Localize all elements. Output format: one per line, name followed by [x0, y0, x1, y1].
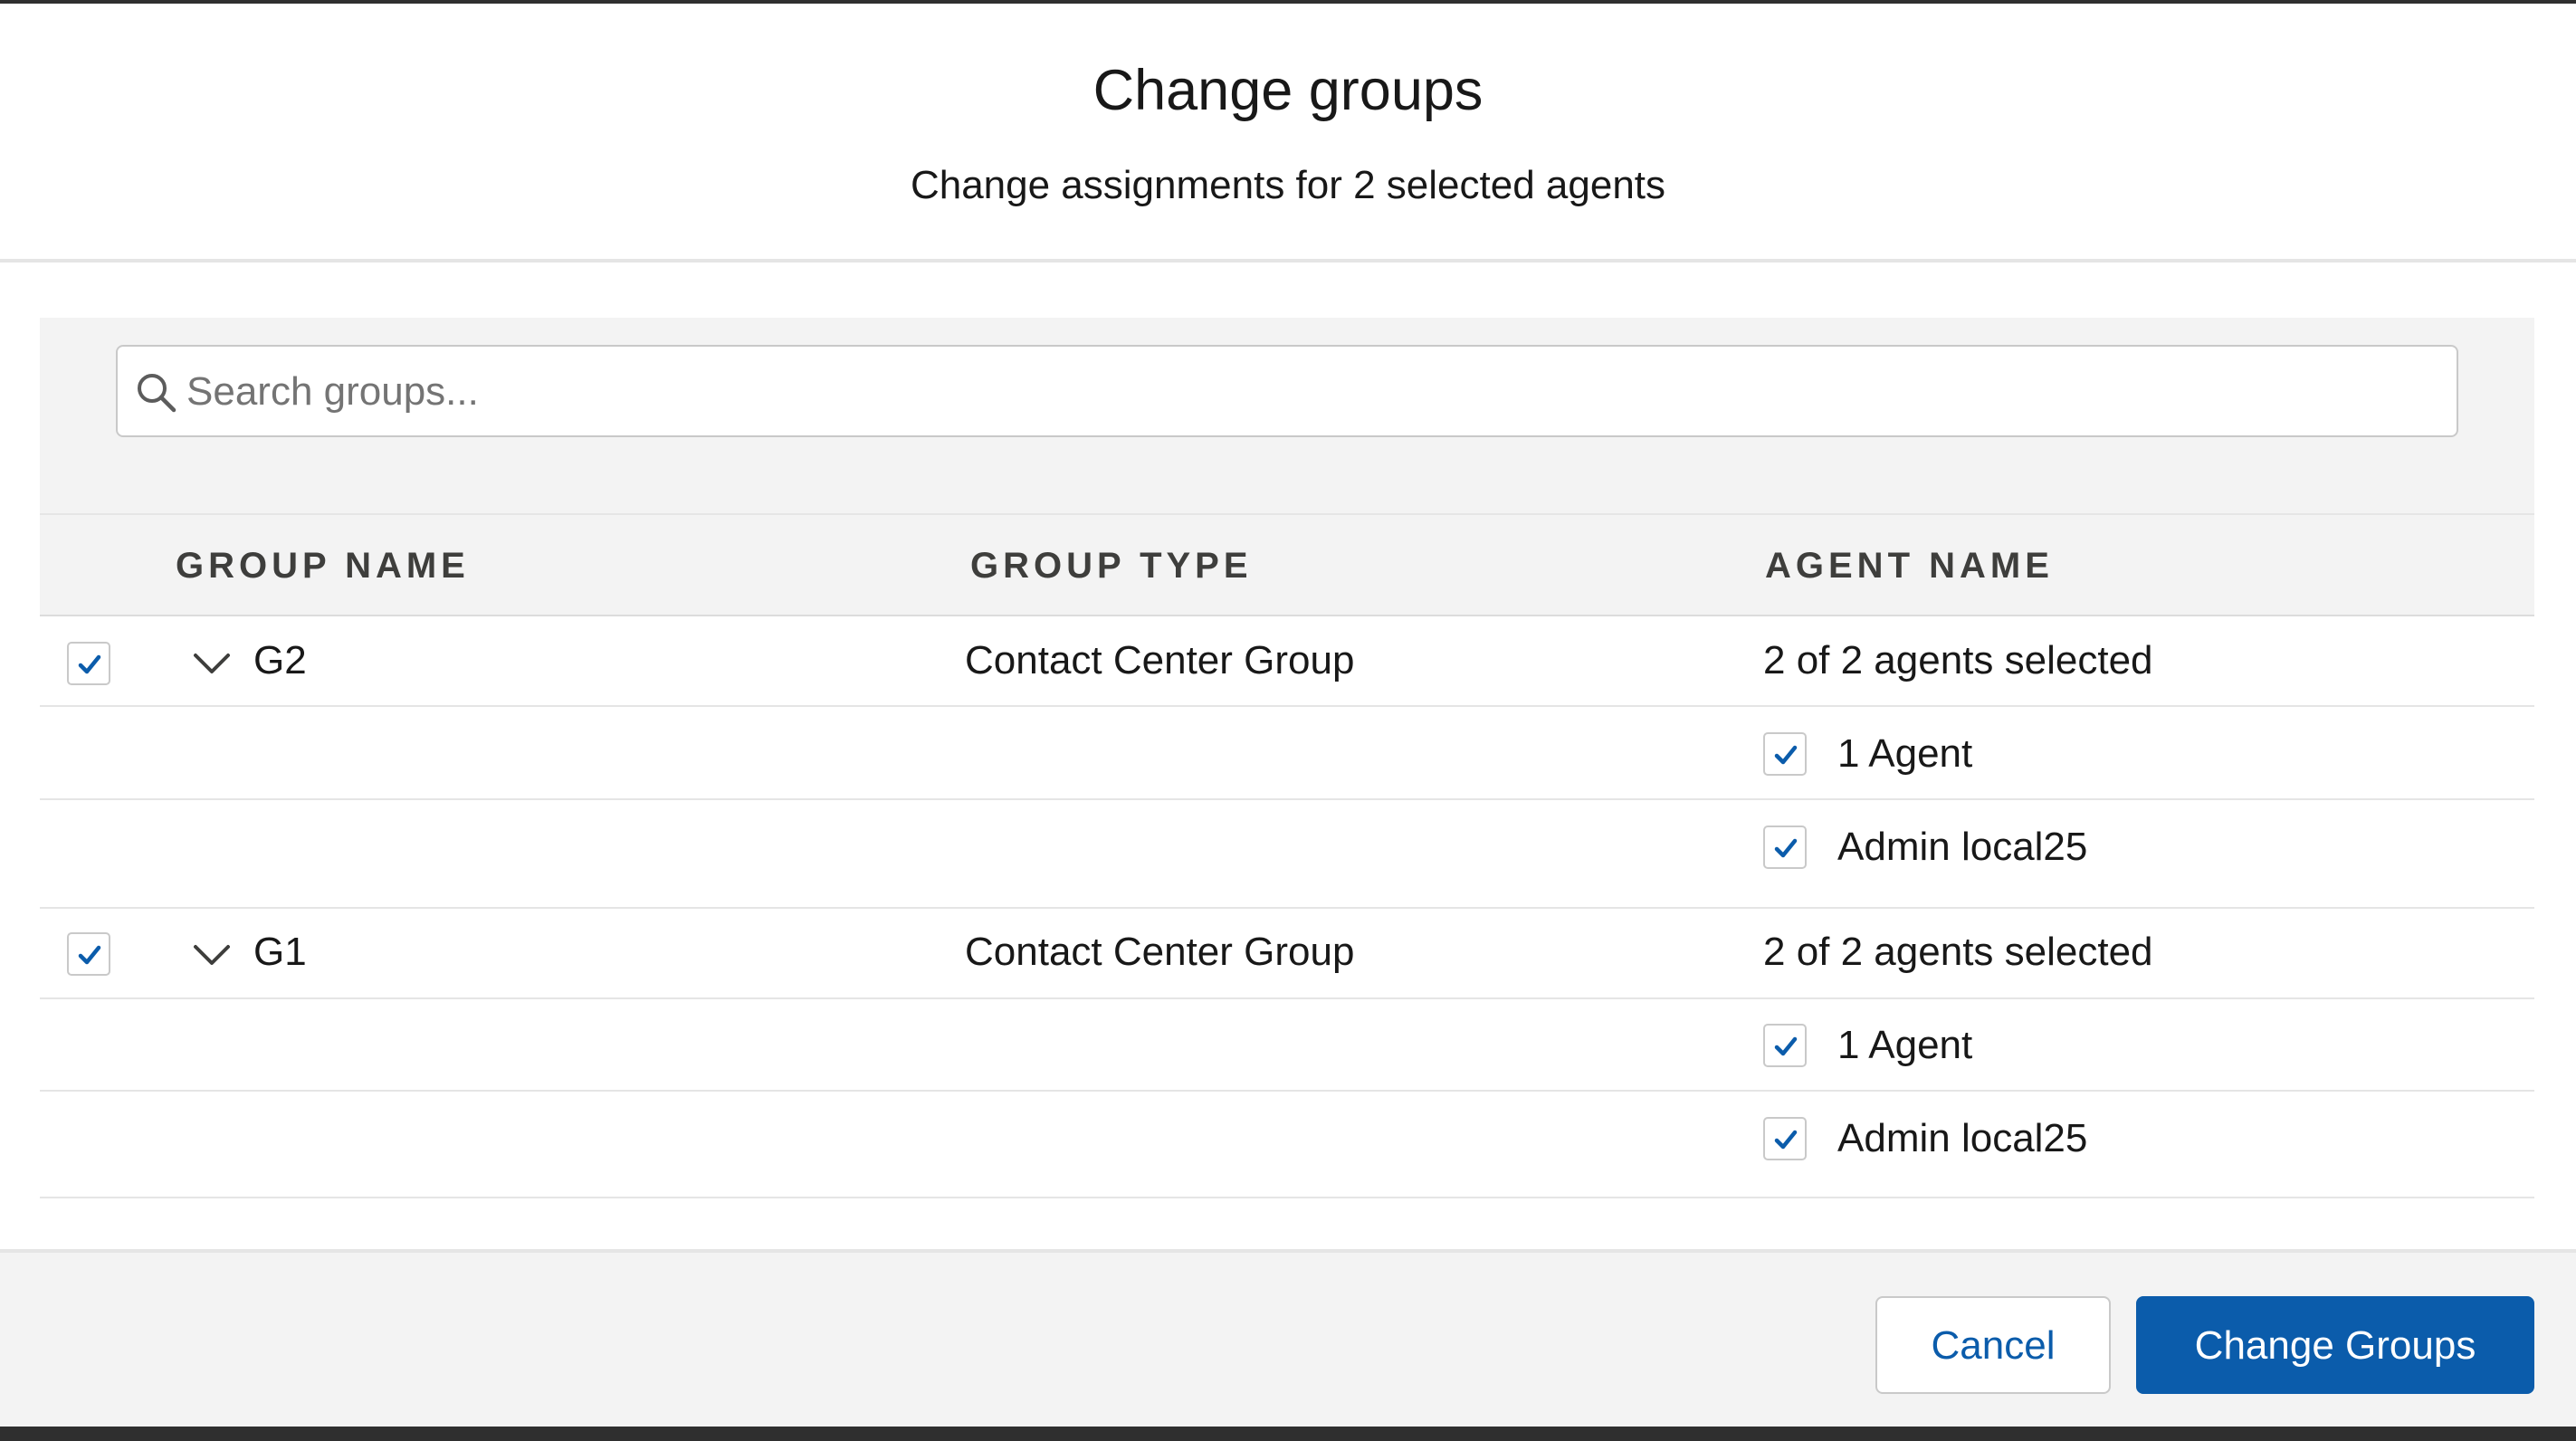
modal-footer: Cancel Change Groups — [0, 1249, 2576, 1427]
column-header-group-type: GROUP TYPE — [970, 546, 1253, 586]
modal-header: Change groups Change assignments for 2 s… — [0, 4, 2576, 262]
agent-name: 1 Agent — [1837, 731, 1973, 776]
checkmark-icon — [1774, 838, 1798, 858]
checkmark-icon — [78, 945, 101, 965]
column-header-agent-name: AGENT NAME — [1765, 546, 2054, 586]
agent-name: Admin local25 — [1837, 825, 2088, 869]
search-input[interactable] — [185, 347, 2433, 437]
cancel-button[interactable]: Cancel — [1875, 1296, 2111, 1394]
group-checkbox-g1[interactable] — [67, 932, 110, 976]
agent-checkbox[interactable] — [1763, 825, 1807, 869]
agent-row[interactable]: Admin local25 — [40, 800, 2534, 909]
checkmark-icon — [1774, 745, 1798, 765]
search-icon — [138, 374, 177, 413]
search-box[interactable] — [116, 345, 2458, 437]
agents-summary: 2 of 2 agents selected — [1763, 930, 2153, 974]
agent-row[interactable]: 1 Agent — [40, 999, 2534, 1092]
modal-subtitle: Change assignments for 2 selected agents — [910, 163, 1666, 207]
agent-name: 1 Agent — [1837, 1023, 1973, 1067]
window-bottom-edge — [0, 1427, 2576, 1441]
group-type: Contact Center Group — [965, 638, 1355, 682]
change-groups-button[interactable]: Change Groups — [2136, 1296, 2534, 1394]
agents-summary: 2 of 2 agents selected — [1763, 638, 2153, 682]
agent-name: Admin local25 — [1837, 1116, 2088, 1160]
group-row-g2[interactable]: G2 Contact Center Group 2 of 2 agents se… — [40, 616, 2534, 707]
search-panel — [40, 318, 2534, 513]
chevron-down-icon[interactable] — [192, 941, 232, 969]
group-row-g1[interactable]: G1 Contact Center Group 2 of 2 agents se… — [40, 909, 2534, 999]
chevron-down-icon[interactable] — [192, 650, 232, 677]
agent-checkbox[interactable] — [1763, 1117, 1807, 1160]
agent-row[interactable]: 1 Agent — [40, 707, 2534, 800]
group-type: Contact Center Group — [965, 930, 1355, 974]
table-header: GROUP NAME GROUP TYPE AGENT NAME — [40, 513, 2534, 616]
agent-checkbox[interactable] — [1763, 1024, 1807, 1067]
modal-title: Change groups — [1092, 59, 1484, 122]
checkmark-icon — [1774, 1036, 1798, 1056]
column-header-group-name: GROUP NAME — [176, 546, 470, 586]
checkmark-icon — [1774, 1130, 1798, 1150]
agent-row[interactable]: Admin local25 — [40, 1092, 2534, 1198]
group-checkbox-g2[interactable] — [67, 642, 110, 685]
checkmark-icon — [78, 654, 101, 674]
group-name: G2 — [253, 638, 307, 682]
group-name: G1 — [253, 930, 307, 974]
agent-checkbox[interactable] — [1763, 732, 1807, 776]
